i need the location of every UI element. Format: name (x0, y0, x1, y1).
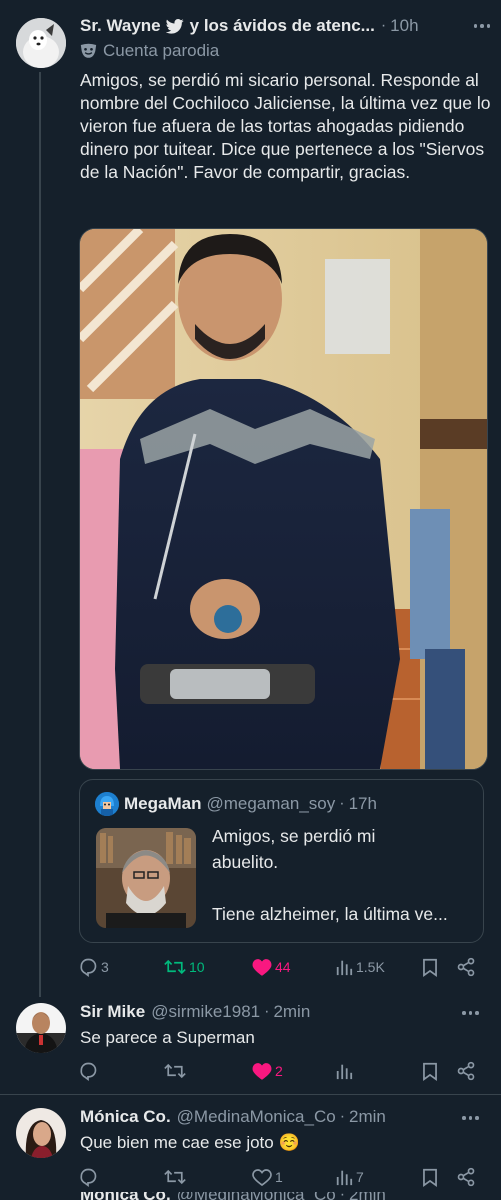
views-count: 1.5K (356, 959, 385, 975)
reply-button[interactable]: 3 (78, 957, 109, 977)
quoted-tweet[interactable]: MegaMan @megaman_soy · 17h Amigos, se pe… (79, 779, 484, 943)
quoted-handle: @megaman_soy (206, 794, 336, 813)
views-icon (335, 958, 353, 976)
reply-tweet-monica-partial[interactable]: Mónica Co. @MedinaMonica_Co · 2min (0, 1192, 501, 1200)
bookmark-icon (422, 1062, 438, 1081)
avatar-monica[interactable] (16, 1108, 66, 1158)
author-name-suffix[interactable]: y los ávidos de atenc... (190, 16, 375, 36)
reply1-actions: 2 (78, 1060, 478, 1082)
reply2-actions: 1 7 (78, 1166, 478, 1188)
retweet-button[interactable] (164, 1061, 186, 1081)
thread-line (39, 72, 41, 997)
reply-icon (78, 1061, 98, 1081)
share-button[interactable] (456, 1167, 476, 1187)
reply2-text: Que bien me cae ese joto ☺️ (80, 1133, 300, 1152)
reply-icon (78, 957, 98, 977)
reply1-text: Se parece a Superman (80, 1028, 255, 1047)
share-icon (456, 1061, 476, 1081)
views-count: 7 (356, 1169, 364, 1185)
share-button[interactable] (456, 957, 476, 977)
quoted-text-line-2: abuelito. (212, 852, 279, 872)
author-name[interactable]: Sr. Wayne (80, 16, 161, 36)
quoted-author-name: MegaMan (124, 794, 202, 813)
reply-icon (78, 1167, 98, 1187)
like-button[interactable]: 2 (252, 1062, 283, 1081)
reply-button[interactable] (78, 1061, 98, 1081)
share-icon (456, 1167, 476, 1187)
quoted-media-thumbnail (96, 828, 196, 928)
bookmark-button[interactable] (422, 958, 438, 977)
retweet-button[interactable]: 10 (164, 957, 205, 977)
reply-count: 3 (101, 959, 109, 975)
views-icon (335, 1062, 353, 1080)
parody-mask-icon (80, 43, 97, 59)
more-options-icon[interactable] (473, 24, 490, 28)
quoted-text-line-3: Tiene alzheimer, la última ve... (212, 904, 448, 924)
reply2-handle[interactable]: @MedinaMonica_Co (177, 1107, 336, 1127)
reply1-author-name[interactable]: Sir Mike (80, 1002, 145, 1022)
like-count: 2 (275, 1063, 283, 1079)
quoted-text-line-1: Amigos, se perdió mi (212, 826, 376, 846)
tweet-time[interactable]: 10h (390, 16, 418, 36)
heart-icon (252, 1062, 272, 1081)
retweet-icon (164, 1167, 186, 1187)
retweet-button[interactable] (164, 1167, 186, 1187)
bookmark-button[interactable] (422, 1168, 438, 1187)
more-options-icon[interactable] (462, 1116, 479, 1120)
views-button[interactable]: 7 (335, 1168, 364, 1186)
views-icon (335, 1168, 353, 1186)
avatar-sir-mike[interactable] (16, 1003, 66, 1053)
more-options-icon[interactable] (462, 1011, 479, 1015)
main-tweet-actions: 3 10 44 1.5K (78, 956, 478, 978)
twitter-bird-icon (165, 18, 184, 34)
reply3-author-name[interactable]: Mónica Co. (80, 1192, 171, 1200)
reply3-handle[interactable]: @MedinaMonica_Co (177, 1192, 336, 1200)
like-button[interactable]: 44 (252, 958, 291, 977)
reply1-handle[interactable]: @sirmike1981 (151, 1002, 260, 1022)
reply2-time[interactable]: 2min (349, 1107, 386, 1127)
views-button[interactable]: 1.5K (335, 958, 385, 976)
heart-icon (252, 958, 272, 977)
retweet-icon (164, 1061, 186, 1081)
retweet-count: 10 (189, 959, 205, 975)
bookmark-button[interactable] (422, 1062, 438, 1081)
like-count: 1 (275, 1169, 283, 1185)
parody-label: Cuenta parodia (103, 41, 220, 60)
reply2-author-name[interactable]: Mónica Co. (80, 1107, 171, 1127)
like-count: 44 (275, 959, 291, 975)
bookmark-icon (422, 1168, 438, 1187)
views-button[interactable] (335, 1062, 353, 1080)
share-icon (456, 957, 476, 977)
tweet-media-photo[interactable] (79, 228, 488, 770)
share-button[interactable] (456, 1061, 476, 1081)
reply1-time[interactable]: 2min (273, 1002, 310, 1022)
quoted-time: 17h (348, 794, 377, 813)
like-button[interactable]: 1 (252, 1168, 283, 1187)
heart-icon (252, 1168, 272, 1187)
bookmark-icon (422, 958, 438, 977)
reply-button[interactable] (78, 1167, 98, 1187)
reply3-time[interactable]: 2min (349, 1192, 386, 1200)
tweet-text: Amigos, se perdió mi sicario personal. R… (80, 70, 491, 182)
avatar-sr-wayne[interactable] (16, 18, 66, 68)
divider (0, 1094, 501, 1095)
megaman-avatar-icon (95, 792, 119, 816)
retweet-icon (164, 957, 186, 977)
